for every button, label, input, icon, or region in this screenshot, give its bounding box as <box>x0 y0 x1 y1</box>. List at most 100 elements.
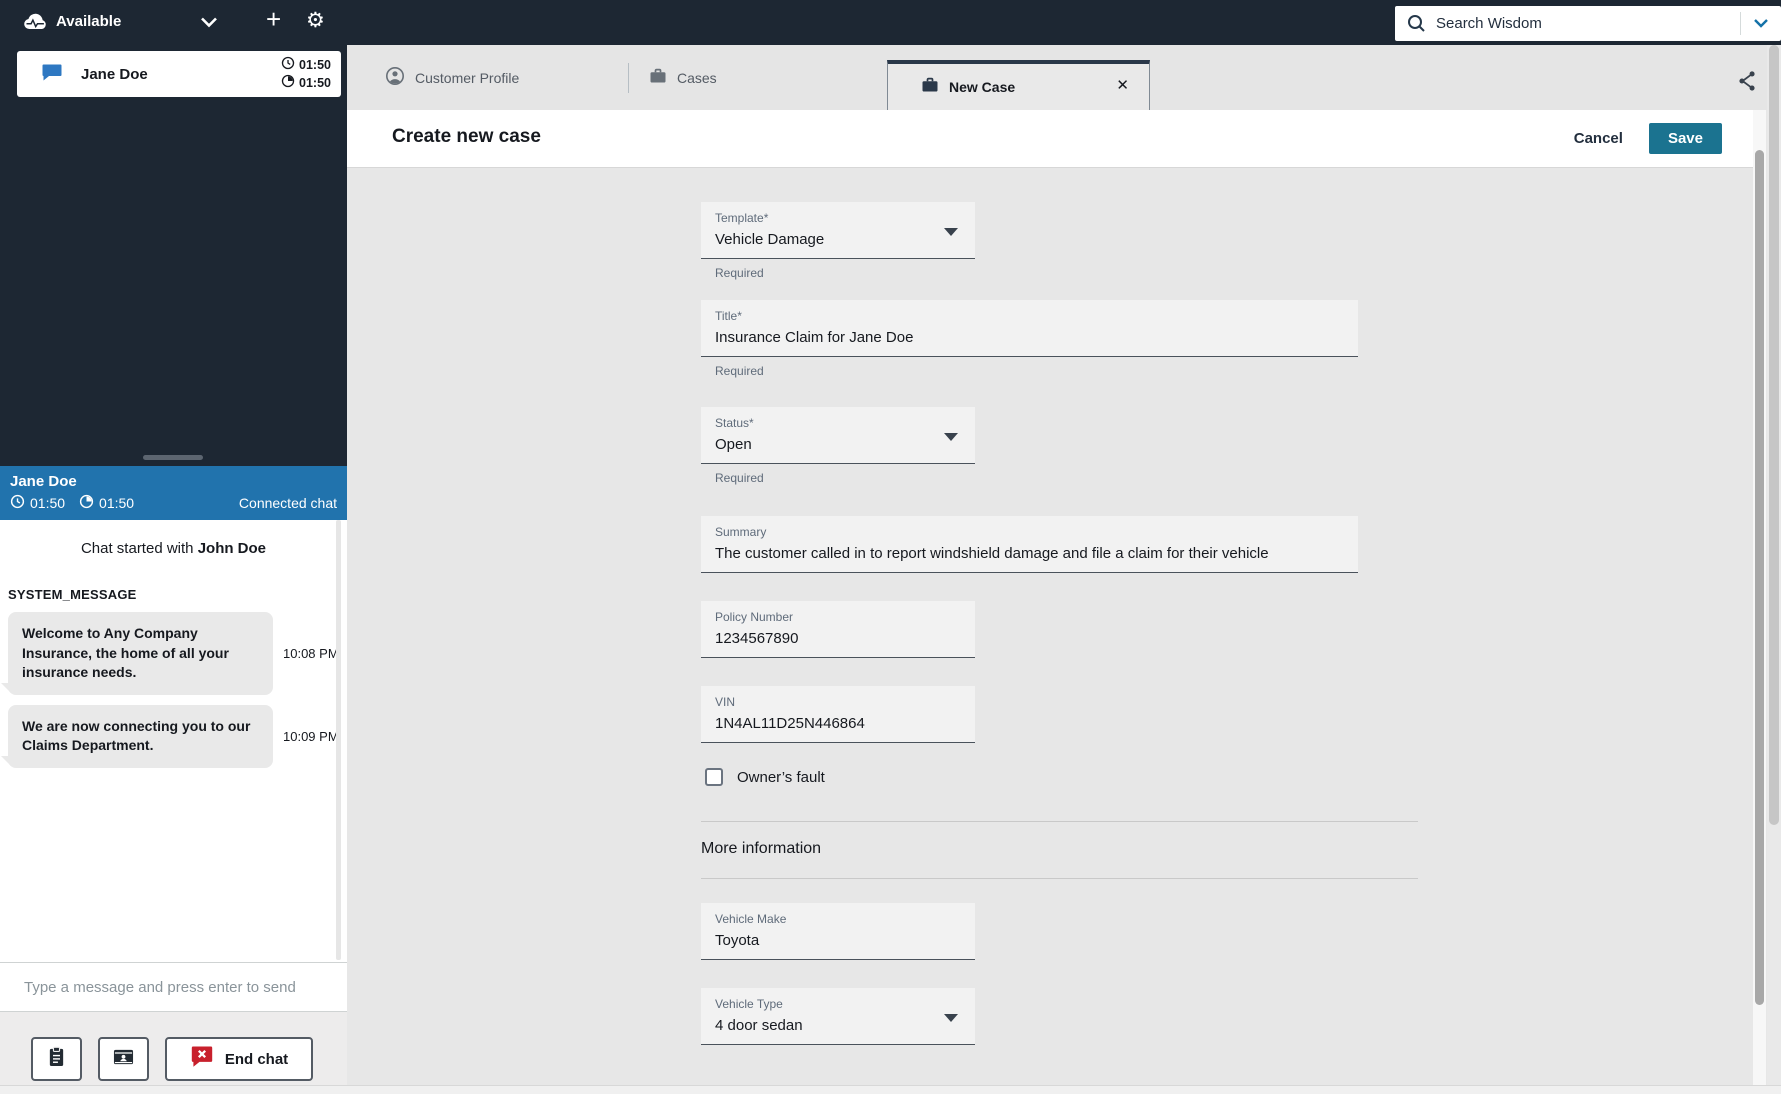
field-value: 1234567890 <box>715 630 799 647</box>
end-chat-label: End chat <box>224 1050 289 1068</box>
briefcase-icon <box>921 76 939 99</box>
field-value: 1N4AL11D25N446864 <box>715 715 865 732</box>
field-label: Vehicle Type <box>715 997 783 1011</box>
status-dropdown[interactable]: Status* Open <box>701 407 975 464</box>
field-label: Summary <box>715 525 767 539</box>
wisdom-search <box>1395 6 1781 41</box>
message-row: We are now connecting you to our Claims … <box>1 704 339 768</box>
tab-label: Customer Profile <box>415 69 520 86</box>
id-card-icon <box>113 1048 134 1071</box>
summary-field[interactable]: Summary The customer called in to report… <box>701 516 1358 573</box>
clock-icon <box>10 494 25 512</box>
chat-started-line: Chat started with John Doe <box>0 540 347 557</box>
chat-started-name: John Doe <box>197 540 267 557</box>
message-row: Welcome to Any Company Insurance, the ho… <box>1 612 339 695</box>
contact-list-background: Jane Doe 01:50 01:50 <box>0 45 347 466</box>
field-helper: Required <box>715 471 764 485</box>
tab-customer-profile[interactable]: Customer Profile <box>385 45 519 110</box>
field-label: VIN <box>715 695 736 709</box>
field-value: Vehicle Damage <box>715 231 825 248</box>
vehicle-type-dropdown[interactable]: Vehicle Type 4 door sedan <box>701 988 975 1045</box>
cancel-button[interactable]: Cancel <box>1574 130 1623 147</box>
search-chevron-down-icon[interactable] <box>1741 18 1781 29</box>
chat-scrollbar[interactable] <box>336 520 341 960</box>
form-scrollbar <box>1753 110 1766 1085</box>
system-message-label: SYSTEM_MESSAGE <box>8 587 137 602</box>
case-form-body: Template* Vehicle Damage Required Title*… <box>347 168 1753 1085</box>
chat-bubble-icon <box>41 62 63 87</box>
field-helper: Required <box>715 266 764 280</box>
clipboard-icon <box>47 1046 66 1073</box>
notes-clipboard-button[interactable] <box>31 1037 82 1081</box>
field-helper: Required <box>715 364 764 378</box>
title-field[interactable]: Title* Insurance Claim for Jane Doe <box>701 300 1358 357</box>
vin-field[interactable]: VIN 1N4AL11D25N446864 <box>701 686 975 743</box>
field-label: Title* <box>715 309 742 323</box>
message-bubble: We are now connecting you to our Claims … <box>1 704 273 768</box>
section-divider <box>701 878 1418 879</box>
contact-card-jane-doe[interactable]: Jane Doe 01:50 01:50 <box>17 51 341 97</box>
message-composer <box>0 962 347 1012</box>
tab-divider <box>628 63 629 93</box>
window-scrollbar-thumb[interactable] <box>1769 45 1779 825</box>
tab-label: Cases <box>677 69 717 86</box>
agent-workspace: Available + ⚙ Jane Doe <box>0 0 1781 1094</box>
field-label: Vehicle Make <box>715 912 787 926</box>
field-label: Policy Number <box>715 610 794 624</box>
panel-resize-handle[interactable] <box>143 455 203 460</box>
message-bubble: Welcome to Any Company Insurance, the ho… <box>1 612 273 695</box>
window-scrollbar <box>1767 45 1781 1094</box>
briefcase-icon <box>649 67 667 88</box>
tab-cases[interactable]: Cases <box>649 45 717 110</box>
contact-time-duration: 01:50 <box>299 76 331 90</box>
end-chat-icon <box>190 1045 214 1073</box>
message-input[interactable] <box>0 963 347 1011</box>
new-task-plus-icon[interactable]: + <box>266 4 281 35</box>
case-form-header: Create new case Cancel Save <box>347 110 1753 168</box>
timer-icon <box>281 74 295 92</box>
checkbox-label: Owner’s fault <box>737 768 825 786</box>
contact-name: Jane Doe <box>81 65 148 83</box>
clock-icon <box>281 56 295 74</box>
chat-transcript: Chat started with John Doe SYSTEM_MESSAG… <box>0 520 347 962</box>
field-value: Open <box>715 436 752 453</box>
policy-number-field[interactable]: Policy Number 1234567890 <box>701 601 975 658</box>
field-value: 4 door sedan <box>715 1017 803 1034</box>
tab-bar: Customer Profile Cases New Case ✕ <box>347 45 1781 110</box>
chat-controls-footer: End chat <box>0 1012 347 1094</box>
chevron-down-icon <box>944 433 958 441</box>
field-value: Insurance Claim for Jane Doe <box>715 329 914 346</box>
checkbox[interactable] <box>705 768 723 786</box>
message-timestamp: 10:08 PM <box>283 645 339 661</box>
settings-gear-icon[interactable]: ⚙ <box>306 8 325 32</box>
form-scrollbar-thumb[interactable] <box>1755 150 1764 1005</box>
banner-time-duration: 01:50 <box>99 495 135 511</box>
contact-timers: 01:50 01:50 <box>281 56 331 92</box>
connected-chat-banner: Jane Doe 01:50 01:50 Connected chat <box>0 466 347 520</box>
owners-fault-checkbox-row[interactable]: Owner’s fault <box>705 768 825 786</box>
banner-contact-name: Jane Doe <box>10 473 77 490</box>
tab-label: New Case <box>949 79 1016 95</box>
close-tab-icon[interactable]: ✕ <box>1116 76 1129 94</box>
section-divider <box>701 821 1418 822</box>
chevron-down-icon <box>944 228 958 236</box>
chevron-down-icon <box>944 1014 958 1022</box>
banner-time-elapsed: 01:50 <box>30 495 66 511</box>
end-chat-button[interactable]: End chat <box>165 1037 313 1081</box>
timer-icon <box>79 494 94 512</box>
search-icon <box>1408 15 1425 32</box>
share-icon[interactable] <box>1736 70 1758 97</box>
chat-side-panel: Jane Doe 01:50 01:50 Jane Doe 01:50 01:5… <box>0 45 347 1094</box>
chat-started-prefix: Chat started with <box>80 540 194 557</box>
message-timestamp: 10:09 PM <box>283 728 339 744</box>
save-button[interactable]: Save <box>1648 123 1722 154</box>
agent-status-label: Available <box>56 13 122 30</box>
main-area: Customer Profile Cases New Case ✕ Create… <box>347 45 1781 1085</box>
template-dropdown[interactable]: Template* Vehicle Damage <box>701 202 975 259</box>
field-value: The customer called in to report windshi… <box>715 545 1269 562</box>
tab-new-case[interactable]: New Case ✕ <box>887 60 1150 110</box>
search-input[interactable] <box>1426 15 1740 32</box>
contact-card-button[interactable] <box>98 1037 149 1081</box>
status-chevron-down-icon[interactable] <box>200 15 218 33</box>
vehicle-make-field[interactable]: Vehicle Make Toyota <box>701 903 975 960</box>
